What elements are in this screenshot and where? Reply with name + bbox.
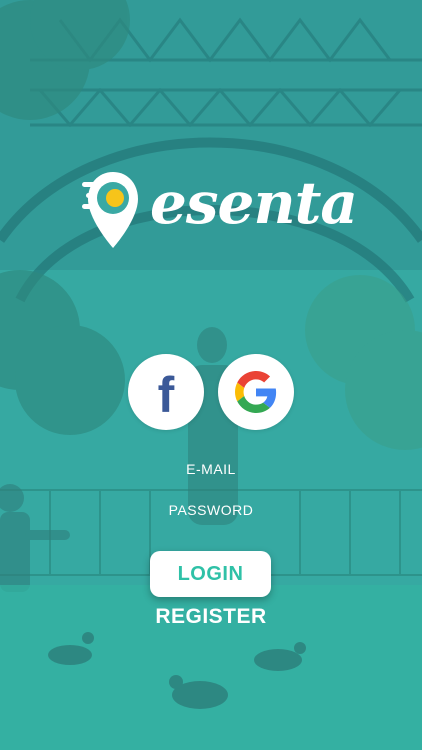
brand-wordmark: esenta — [150, 169, 358, 237]
facebook-login-button[interactable]: f — [128, 354, 204, 430]
password-field[interactable]: PASSWORD — [0, 502, 422, 518]
login-button[interactable]: LOGIN — [150, 551, 271, 597]
email-field[interactable]: E-MAIL — [0, 461, 422, 477]
google-icon — [235, 371, 277, 413]
google-login-button[interactable] — [218, 354, 294, 430]
login-screen: esenta f E-MAIL PASSWORD LOGIN REGISTER — [0, 0, 422, 750]
register-button[interactable]: REGISTER — [0, 605, 422, 629]
map-pin-icon — [82, 172, 138, 248]
facebook-icon: f — [157, 367, 175, 423]
background-photo — [0, 0, 422, 750]
